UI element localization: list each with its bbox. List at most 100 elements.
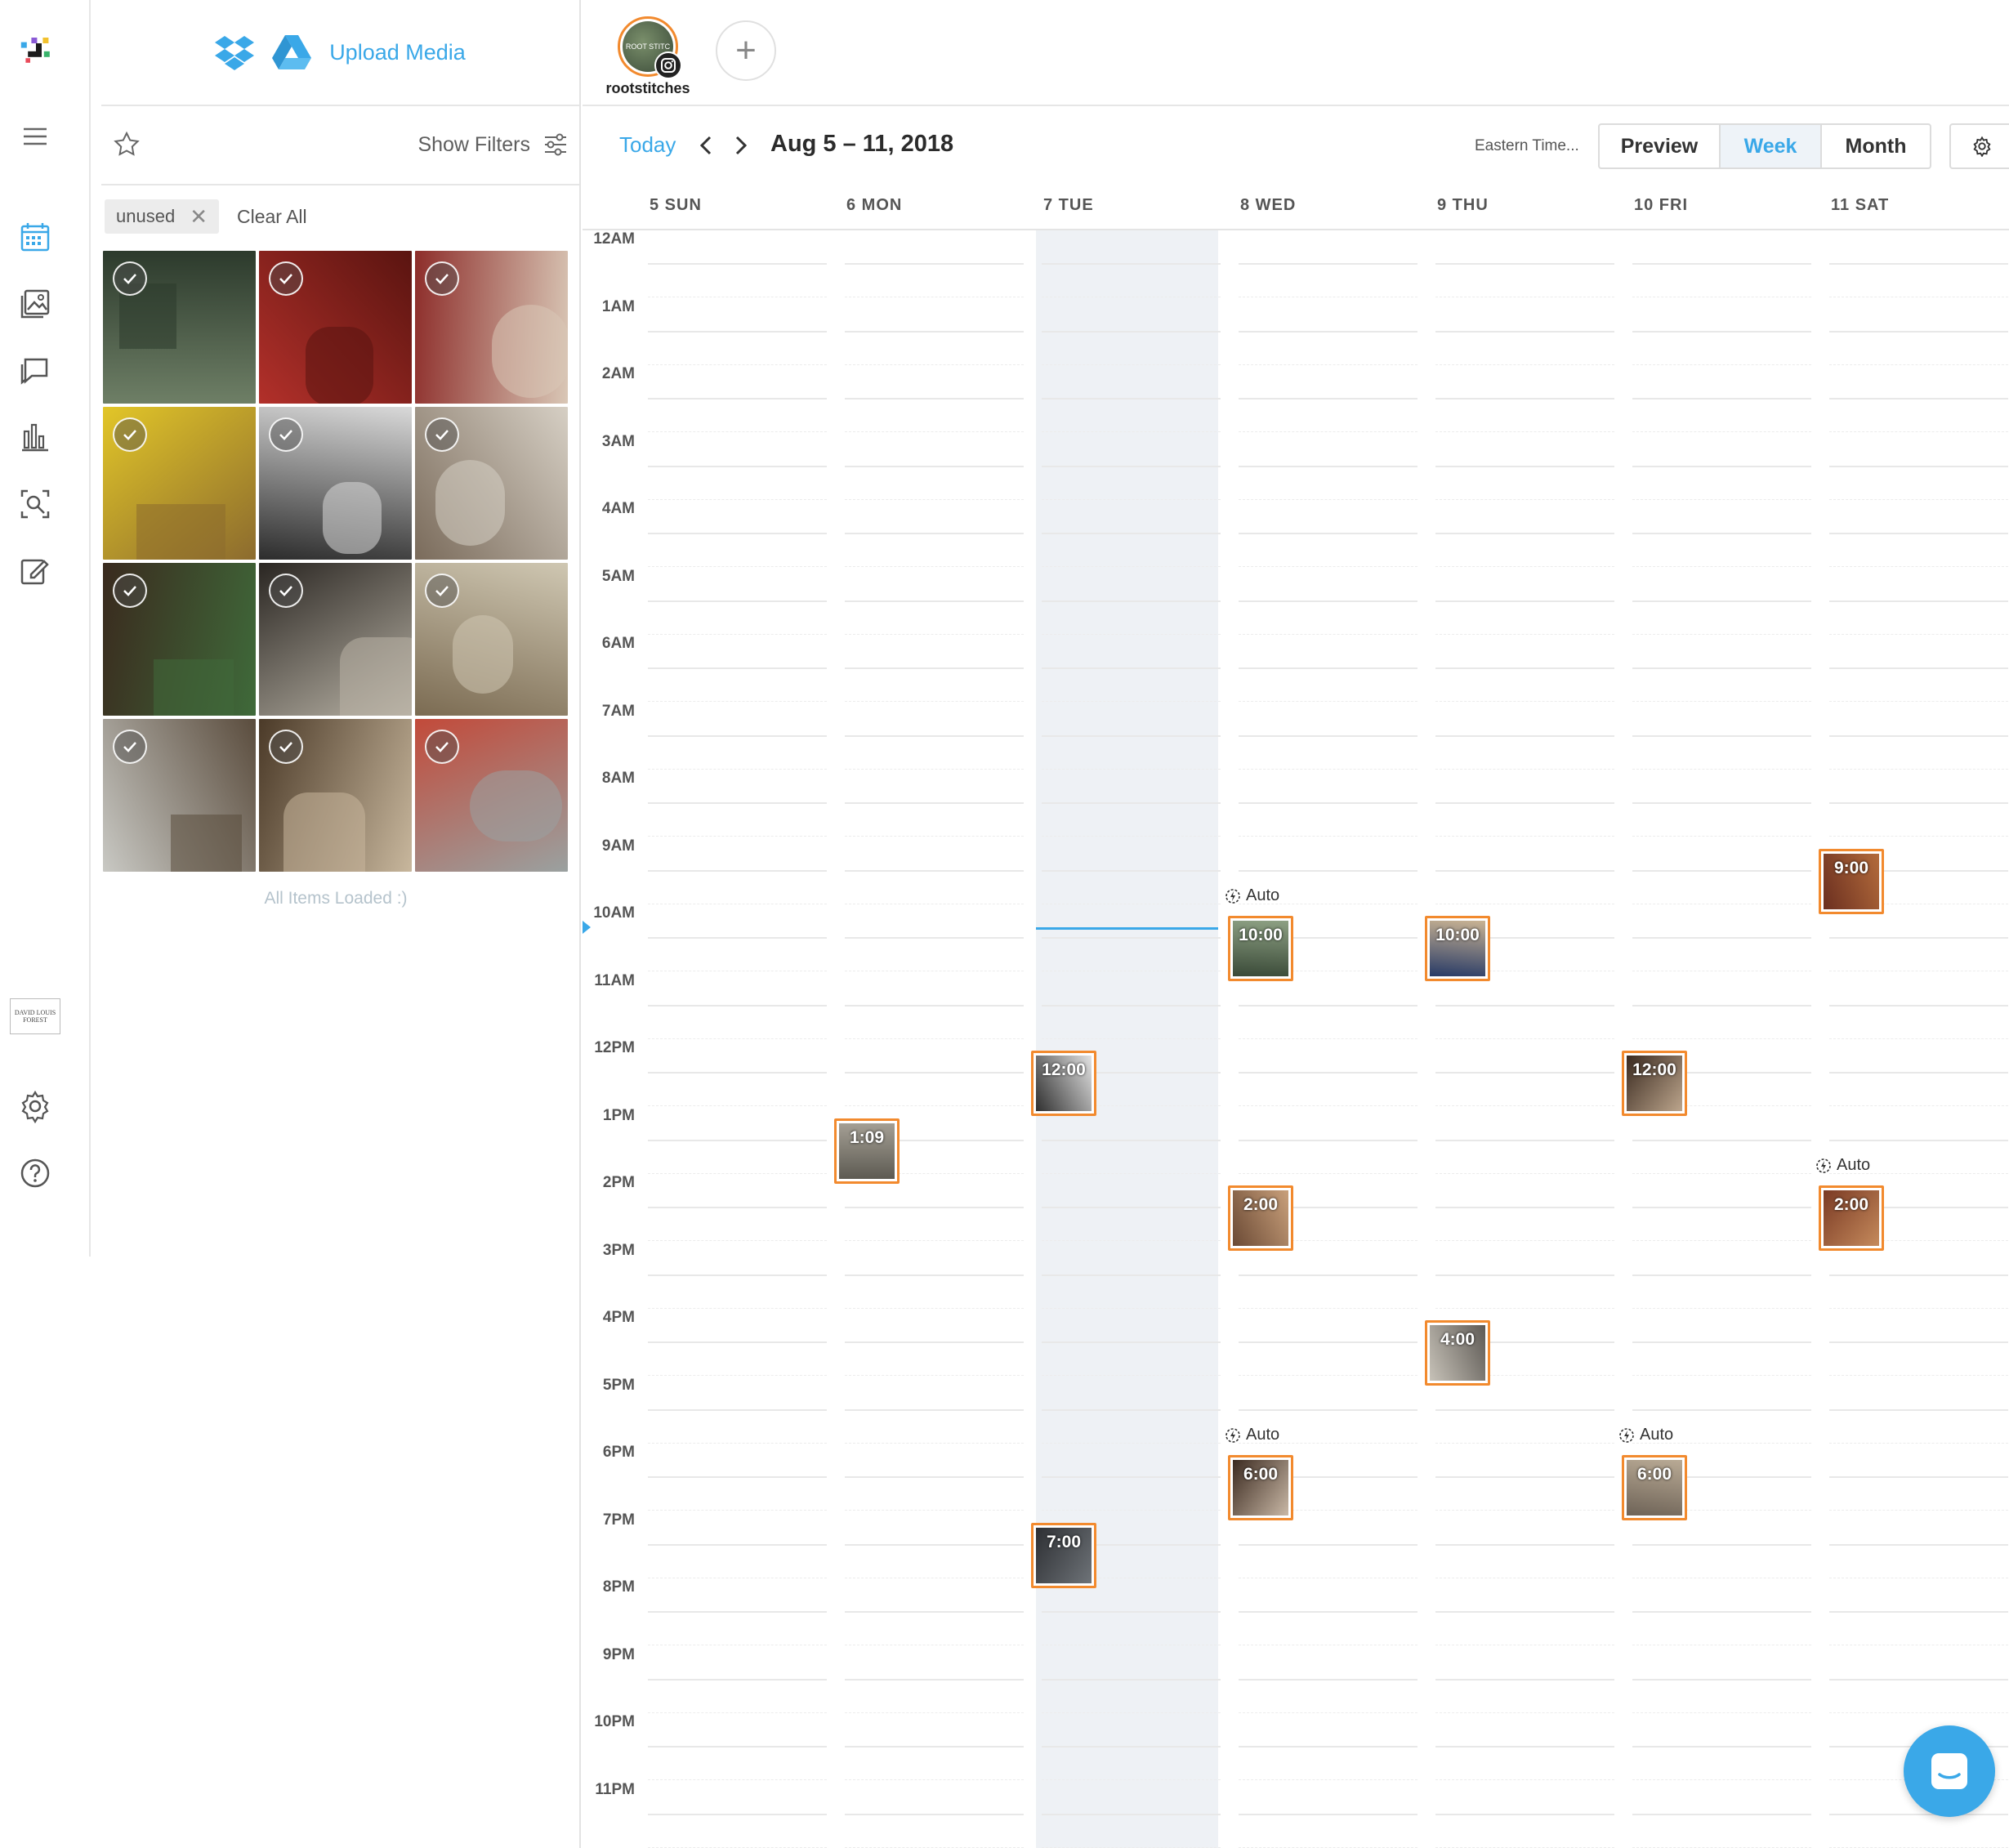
half-hour-slot[interactable] xyxy=(1239,836,1417,837)
half-hour-slot[interactable] xyxy=(1435,1712,1614,1713)
hour-slot[interactable] xyxy=(845,937,1024,939)
add-profile-button[interactable]: + xyxy=(716,20,776,81)
media-tile[interactable] xyxy=(259,719,412,872)
hour-slot[interactable] xyxy=(1632,802,1811,804)
hour-slot[interactable] xyxy=(1239,734,1417,737)
hour-slot[interactable] xyxy=(1435,1207,1614,1208)
half-hour-slot[interactable] xyxy=(1042,836,1221,837)
half-hour-slot[interactable] xyxy=(1632,1307,1811,1309)
hour-slot[interactable] xyxy=(1042,1813,1221,1815)
hour-slot[interactable] xyxy=(1829,533,2008,534)
half-hour-slot[interactable] xyxy=(648,1375,827,1377)
hour-slot[interactable] xyxy=(1435,734,1614,737)
favorites-star-icon[interactable] xyxy=(113,131,141,163)
half-hour-slot[interactable] xyxy=(1042,1712,1221,1713)
hour-slot[interactable] xyxy=(1829,1476,2008,1478)
select-check-icon[interactable] xyxy=(269,417,303,452)
half-hour-slot[interactable] xyxy=(1829,431,2008,433)
hour-slot[interactable] xyxy=(1632,465,1811,467)
hour-slot[interactable] xyxy=(648,533,827,534)
half-hour-slot[interactable] xyxy=(1239,1712,1417,1713)
half-hour-slot[interactable] xyxy=(845,701,1024,703)
half-hour-slot[interactable] xyxy=(1829,1105,2008,1107)
hour-slot[interactable] xyxy=(845,802,1024,804)
half-hour-slot[interactable] xyxy=(845,1510,1024,1511)
half-hour-slot[interactable] xyxy=(1829,1442,2008,1444)
hour-slot[interactable] xyxy=(1632,734,1811,737)
half-hour-slot[interactable] xyxy=(1829,1038,2008,1039)
hour-slot[interactable] xyxy=(1435,667,1614,669)
hour-slot[interactable] xyxy=(845,1408,1024,1411)
hour-slot[interactable] xyxy=(1829,1341,2008,1343)
hour-slot[interactable] xyxy=(1042,802,1221,804)
hour-slot[interactable] xyxy=(1829,465,2008,467)
hour-slot[interactable] xyxy=(845,263,1024,265)
hour-slot[interactable] xyxy=(1435,330,1614,333)
media-tile[interactable] xyxy=(259,407,412,560)
conversations-icon[interactable] xyxy=(15,350,56,391)
hour-slot[interactable] xyxy=(1829,1274,2008,1276)
half-hour-slot[interactable] xyxy=(1632,633,1811,635)
hour-slot[interactable] xyxy=(1239,1678,1417,1681)
hour-slot[interactable] xyxy=(845,1746,1024,1748)
hour-slot[interactable] xyxy=(1435,1611,1614,1613)
scheduled-post[interactable]: 6:00 xyxy=(1622,1455,1687,1520)
half-hour-slot[interactable] xyxy=(1829,701,2008,703)
google-drive-icon[interactable] xyxy=(272,35,312,69)
half-hour-slot[interactable] xyxy=(845,498,1024,500)
hour-slot[interactable] xyxy=(1042,263,1221,265)
half-hour-slot[interactable] xyxy=(1239,1307,1417,1309)
hour-slot[interactable] xyxy=(1239,1408,1417,1411)
half-hour-slot[interactable] xyxy=(845,1038,1024,1039)
hour-slot[interactable] xyxy=(1042,465,1221,467)
hour-slot[interactable] xyxy=(845,533,1024,534)
hour-slot[interactable] xyxy=(1829,1813,2008,1815)
half-hour-slot[interactable] xyxy=(845,633,1024,635)
hour-slot[interactable] xyxy=(1239,533,1417,534)
half-hour-slot[interactable] xyxy=(1829,1510,2008,1511)
half-hour-slot[interactable] xyxy=(1239,1779,1417,1781)
hour-slot[interactable] xyxy=(648,1004,827,1007)
half-hour-slot[interactable] xyxy=(1042,633,1221,635)
hour-slot[interactable] xyxy=(1829,667,2008,669)
hour-slot[interactable] xyxy=(1435,1004,1614,1007)
hour-slot[interactable] xyxy=(648,802,827,804)
scheduled-post[interactable]: 12:00 xyxy=(1622,1051,1687,1116)
half-hour-slot[interactable] xyxy=(1042,768,1221,770)
half-hour-slot[interactable] xyxy=(1042,364,1221,365)
hour-slot[interactable] xyxy=(1239,330,1417,333)
hour-slot[interactable] xyxy=(1239,600,1417,602)
hour-slot[interactable] xyxy=(1239,802,1417,804)
half-hour-slot[interactable] xyxy=(845,836,1024,837)
half-hour-slot[interactable] xyxy=(648,836,827,837)
hour-slot[interactable] xyxy=(845,1072,1024,1074)
hour-slot[interactable] xyxy=(1435,1139,1614,1141)
hour-slot[interactable] xyxy=(648,734,827,737)
hour-slot[interactable] xyxy=(845,667,1024,669)
half-hour-slot[interactable] xyxy=(1435,1442,1614,1444)
clear-all-button[interactable]: Clear All xyxy=(237,206,307,228)
hour-slot[interactable] xyxy=(1435,802,1614,804)
half-hour-slot[interactable] xyxy=(1435,364,1614,365)
half-hour-slot[interactable] xyxy=(1042,1779,1221,1781)
hour-slot[interactable] xyxy=(1632,869,1811,872)
half-hour-slot[interactable] xyxy=(1632,498,1811,500)
hour-slot[interactable] xyxy=(1239,1274,1417,1276)
half-hour-slot[interactable] xyxy=(1829,1712,2008,1713)
half-hour-slot[interactable] xyxy=(1239,364,1417,365)
hour-slot[interactable] xyxy=(1829,802,2008,804)
hour-slot[interactable] xyxy=(648,1611,827,1613)
hour-slot[interactable] xyxy=(1632,1207,1811,1208)
half-hour-slot[interactable] xyxy=(1632,364,1811,365)
hour-slot[interactable] xyxy=(1632,1611,1811,1613)
hour-slot[interactable] xyxy=(1435,1274,1614,1276)
half-hour-slot[interactable] xyxy=(648,364,827,365)
hour-slot[interactable] xyxy=(1829,600,2008,602)
scheduled-post[interactable]: 9:00 xyxy=(1819,848,1884,914)
hour-slot[interactable] xyxy=(648,600,827,602)
media-library-icon[interactable] xyxy=(15,283,56,324)
hour-slot[interactable] xyxy=(1435,600,1614,602)
brand-badge[interactable]: DAVID LOUIS FOREST xyxy=(10,998,60,1034)
hour-slot[interactable] xyxy=(1632,937,1811,939)
hour-slot[interactable] xyxy=(1632,600,1811,602)
